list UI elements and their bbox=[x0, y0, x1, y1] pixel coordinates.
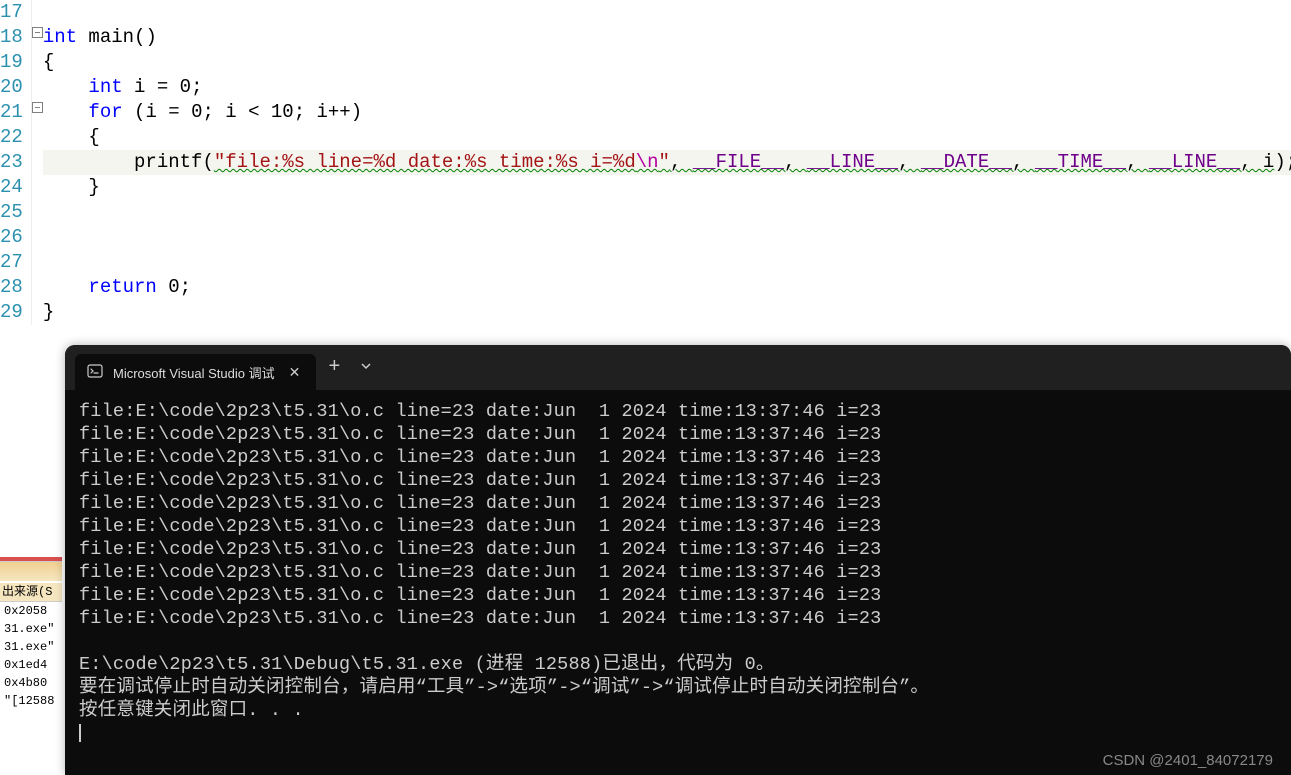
new-tab-button[interactable]: + bbox=[316, 356, 352, 379]
close-tab-button[interactable]: ✕ bbox=[285, 364, 305, 381]
output-panel-row: "[12588 bbox=[2, 692, 62, 710]
output-panel-row: 0x1ed4 bbox=[2, 656, 62, 674]
terminal-output[interactable]: file:E:\code\2p23\t5.31\o.c line=23 date… bbox=[65, 390, 1291, 755]
watermark: CSDN @2401_84072179 bbox=[1103, 752, 1273, 769]
output-panel-row: 0x4b80 bbox=[2, 674, 62, 692]
terminal-tab-title: Microsoft Visual Studio 调试 bbox=[113, 363, 275, 382]
output-panel-row: 0x2058 bbox=[2, 602, 62, 620]
terminal-tab[interactable]: Microsoft Visual Studio 调试 ✕ bbox=[75, 354, 316, 390]
output-panel-header: 出来源(S bbox=[0, 583, 62, 602]
fold-column[interactable] bbox=[32, 0, 43, 325]
code-editor[interactable]: 17181920212223242526272829 int main(){ i… bbox=[0, 0, 1291, 325]
terminal-window[interactable]: Microsoft Visual Studio 调试 ✕ + file:E:\c… bbox=[65, 345, 1291, 775]
code-content[interactable]: int main(){ int i = 0; for (i = 0; i < 1… bbox=[43, 0, 1291, 325]
tab-dropdown-button[interactable] bbox=[352, 360, 380, 376]
output-panel-fragment: 出来源(S 0x205831.exe"31.exe"0x1ed40x4b80"[… bbox=[0, 557, 62, 710]
output-panel-row: 31.exe" bbox=[2, 638, 62, 656]
terminal-icon bbox=[87, 363, 103, 382]
terminal-titlebar[interactable]: Microsoft Visual Studio 调试 ✕ + bbox=[65, 345, 1291, 390]
output-panel-row: 31.exe" bbox=[2, 620, 62, 638]
line-number-gutter: 17181920212223242526272829 bbox=[0, 0, 32, 325]
